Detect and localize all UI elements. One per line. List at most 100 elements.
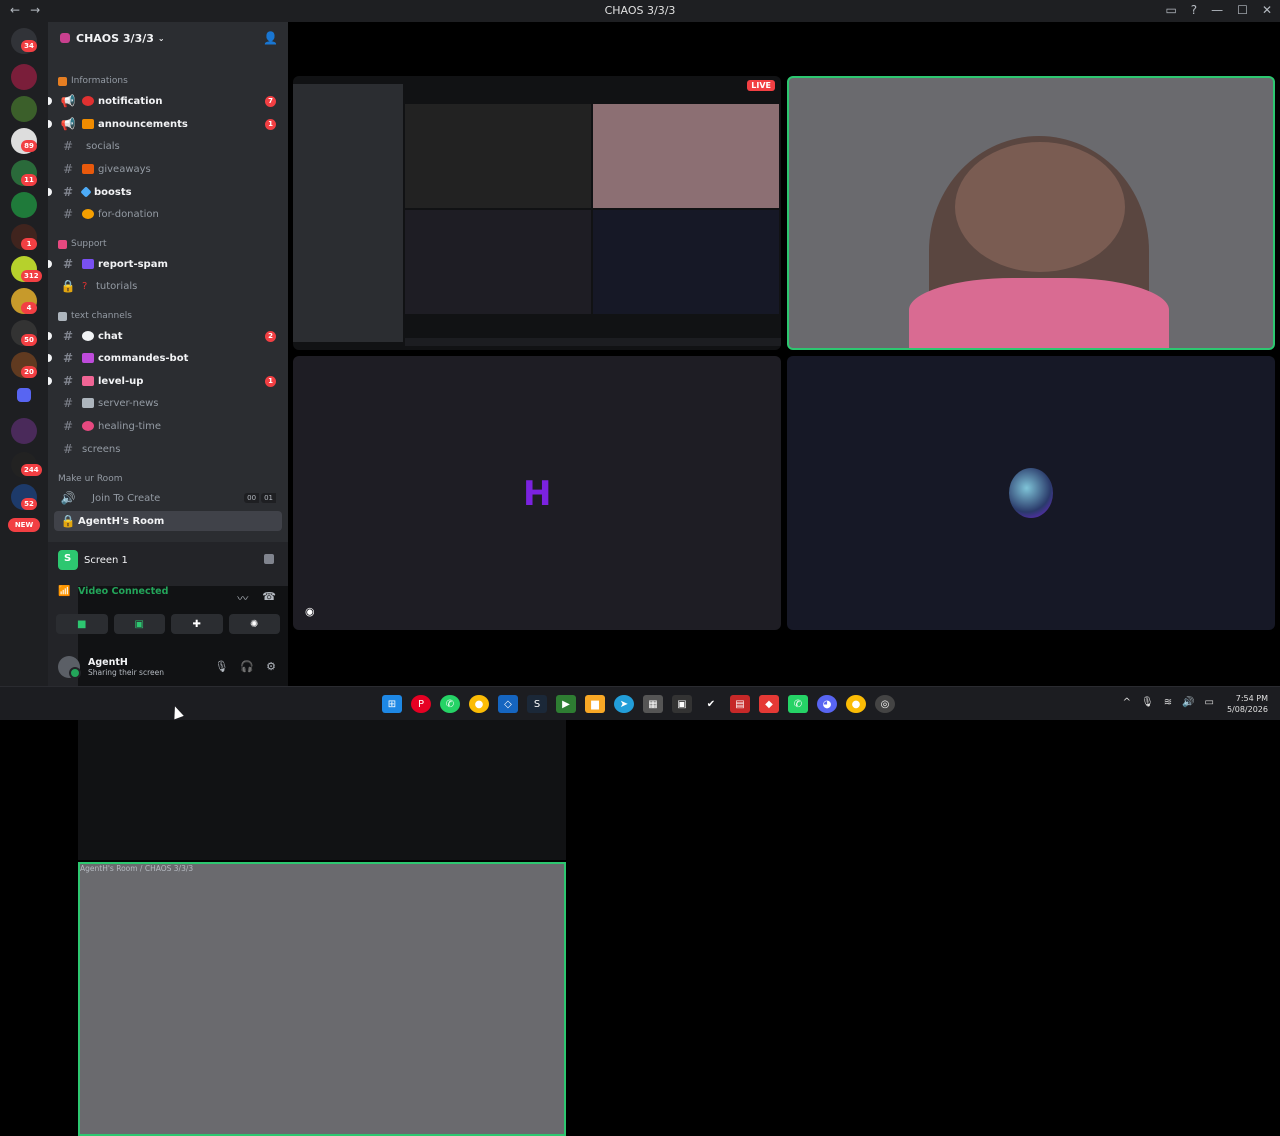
category-make-ur-room[interactable]: Make ur Room [58, 474, 122, 484]
category-label: Support [71, 239, 107, 249]
folder-icon[interactable] [17, 388, 31, 402]
hash-icon: # [62, 351, 74, 365]
channel-screens[interactable]: # screens [54, 439, 282, 459]
guild-badge: 50 [21, 334, 37, 346]
wifi-icon[interactable]: ≋ [1164, 697, 1172, 708]
screen-share-row[interactable]: Screen 1 [58, 550, 128, 570]
username[interactable]: AgentH [88, 657, 164, 668]
avatar[interactable] [58, 656, 81, 679]
server-icon[interactable] [11, 64, 37, 90]
channel-label: screens [82, 443, 121, 455]
whatsapp-icon[interactable]: ✆ [440, 695, 460, 713]
help-icon[interactable]: ? [1191, 3, 1197, 17]
server-icon[interactable] [11, 418, 37, 444]
checkmark-icon[interactable]: ✔ [701, 695, 721, 713]
guild-badge: 244 [21, 464, 42, 476]
channel-socials[interactable]: # socials [54, 136, 282, 156]
channel-server-news[interactable]: # server-news [54, 393, 282, 413]
nested-logo-tile [405, 210, 591, 314]
app-icon[interactable]: ◇ [498, 695, 518, 713]
channel-tutorials[interactable]: 🔒 ? tutorials [54, 276, 282, 296]
folder-icon[interactable]: ▆ [585, 695, 605, 713]
voice-channel-join-to-create[interactable]: 🔊 Join To Create 00 01 [54, 488, 282, 508]
channel-emoji-icon [82, 353, 94, 363]
discord-icon[interactable]: ◕ [817, 695, 837, 713]
screen-avatar-icon [58, 550, 78, 570]
unread-dot [48, 120, 52, 128]
settings-gear-icon[interactable]: ⚙ [266, 660, 276, 673]
steam-icon[interactable]: S [527, 695, 547, 713]
server-list: 34 89 11 1 312 4 50 20 244 52 NEW [0, 22, 48, 686]
hash-icon: # [62, 162, 74, 176]
channel-level-up[interactable]: # level-up 1 [48, 371, 282, 391]
channel-emoji-icon [82, 209, 94, 219]
pinterest-icon[interactable]: P [411, 695, 431, 713]
channel-boosts[interactable]: # boosts [48, 182, 282, 202]
hash-icon: # [62, 396, 74, 410]
chrome-icon[interactable]: ● [846, 695, 866, 713]
guild-badge: 34 [21, 40, 37, 52]
participant-avatar [1009, 468, 1053, 518]
microphone-icon[interactable]: 🎙 [214, 660, 228, 673]
inbox-icon[interactable]: ▭ [1165, 3, 1176, 17]
server-header[interactable]: CHAOS 3/3/3 ⌄ 👤 [48, 22, 288, 54]
channel-healing-time[interactable]: # healing-time [54, 416, 282, 436]
play-icon[interactable]: ▶ [556, 695, 576, 713]
camera-button[interactable]: ■ [56, 614, 108, 634]
clock-date: 5/08/2026 [1226, 705, 1268, 714]
activities-button[interactable]: ✚ [171, 614, 223, 634]
nested-sidebar [293, 84, 403, 342]
category-support[interactable]: Support [58, 239, 107, 249]
channel-announcements[interactable]: 📢 announcements 1 [48, 114, 282, 134]
chrome-icon[interactable]: ● [469, 695, 489, 713]
minimize-button[interactable]: — [1211, 3, 1223, 17]
telegram-icon[interactable]: ➤ [614, 695, 634, 713]
stream-tile-screen[interactable]: LIVE [293, 76, 781, 350]
video-stage: LIVE H ◉ [288, 22, 1280, 686]
app-icon[interactable]: ◆ [759, 695, 779, 713]
volume-icon[interactable]: 🔊 [1182, 697, 1194, 708]
guild-badge: 1 [21, 238, 37, 250]
title-bar: ← → CHAOS 3/3/3 ▭ ? — ☐ ✕ [0, 0, 1280, 22]
server-icon[interactable] [11, 192, 37, 218]
whatsapp-icon[interactable]: ✆ [788, 695, 808, 713]
invite-people-icon[interactable]: 👤 [263, 31, 278, 45]
participant-tile-logo[interactable]: H ◉ [293, 356, 781, 630]
category-text-channels[interactable]: text channels [58, 311, 132, 321]
hash-icon: # [62, 374, 74, 388]
disconnect-icon[interactable]: ☎ [262, 590, 276, 606]
clock[interactable]: 7:54 PM 5/08/2026 [1227, 693, 1268, 715]
channel-report-spam[interactable]: # report-spam [48, 254, 282, 274]
microphone-icon[interactable]: 🎙 [1141, 697, 1154, 708]
channel-notification[interactable]: 📢 notification 7 [48, 91, 282, 111]
channel-label: healing-time [98, 420, 162, 432]
channel-sidebar: CHAOS 3/3/3 ⌄ 👤 Informations 📢 notificat… [48, 22, 566, 1136]
maximize-button[interactable]: ☐ [1237, 3, 1248, 17]
channel-giveaways[interactable]: # giveaways [54, 159, 282, 179]
channel-commandes-bot[interactable]: # commandes-bot [48, 348, 282, 368]
camera-tile[interactable] [787, 76, 1275, 350]
close-screen-icon[interactable] [264, 554, 274, 564]
screen-share-button[interactable]: ▣ [113, 614, 165, 634]
server-icon[interactable] [11, 96, 37, 122]
mention-badge: 2 [265, 330, 276, 342]
category-informations[interactable]: Informations [58, 76, 128, 86]
channel-for-donation[interactable]: # for-donation [54, 204, 282, 224]
voice-channel-agenth-room[interactable]: 🔒 AgentH's Room [54, 511, 282, 531]
noise-suppression-icon[interactable]: 〰 [237, 590, 248, 606]
app-icon[interactable]: ◎ [875, 695, 895, 713]
start-windows-icon[interactable]: ⊞ [382, 695, 402, 713]
battery-icon[interactable]: ▭ [1205, 697, 1214, 708]
channel-chat[interactable]: # chat 2 [48, 326, 282, 346]
app-icon[interactable]: ▤ [730, 695, 750, 713]
soundboard-button[interactable]: ✺ [228, 614, 280, 634]
chevron-up-icon[interactable]: ^ [1123, 697, 1131, 708]
calculator-icon[interactable]: ▦ [643, 695, 663, 713]
headphones-icon[interactable]: 🎧 [240, 660, 254, 673]
channel-label: Join To Create [92, 492, 161, 504]
app-icon[interactable]: ▣ [672, 695, 692, 713]
volume-icon[interactable]: ◉ [305, 605, 315, 618]
nested-avatar-tile [593, 210, 779, 314]
close-button[interactable]: ✕ [1262, 3, 1272, 17]
participant-tile-avatar[interactable] [787, 356, 1275, 630]
